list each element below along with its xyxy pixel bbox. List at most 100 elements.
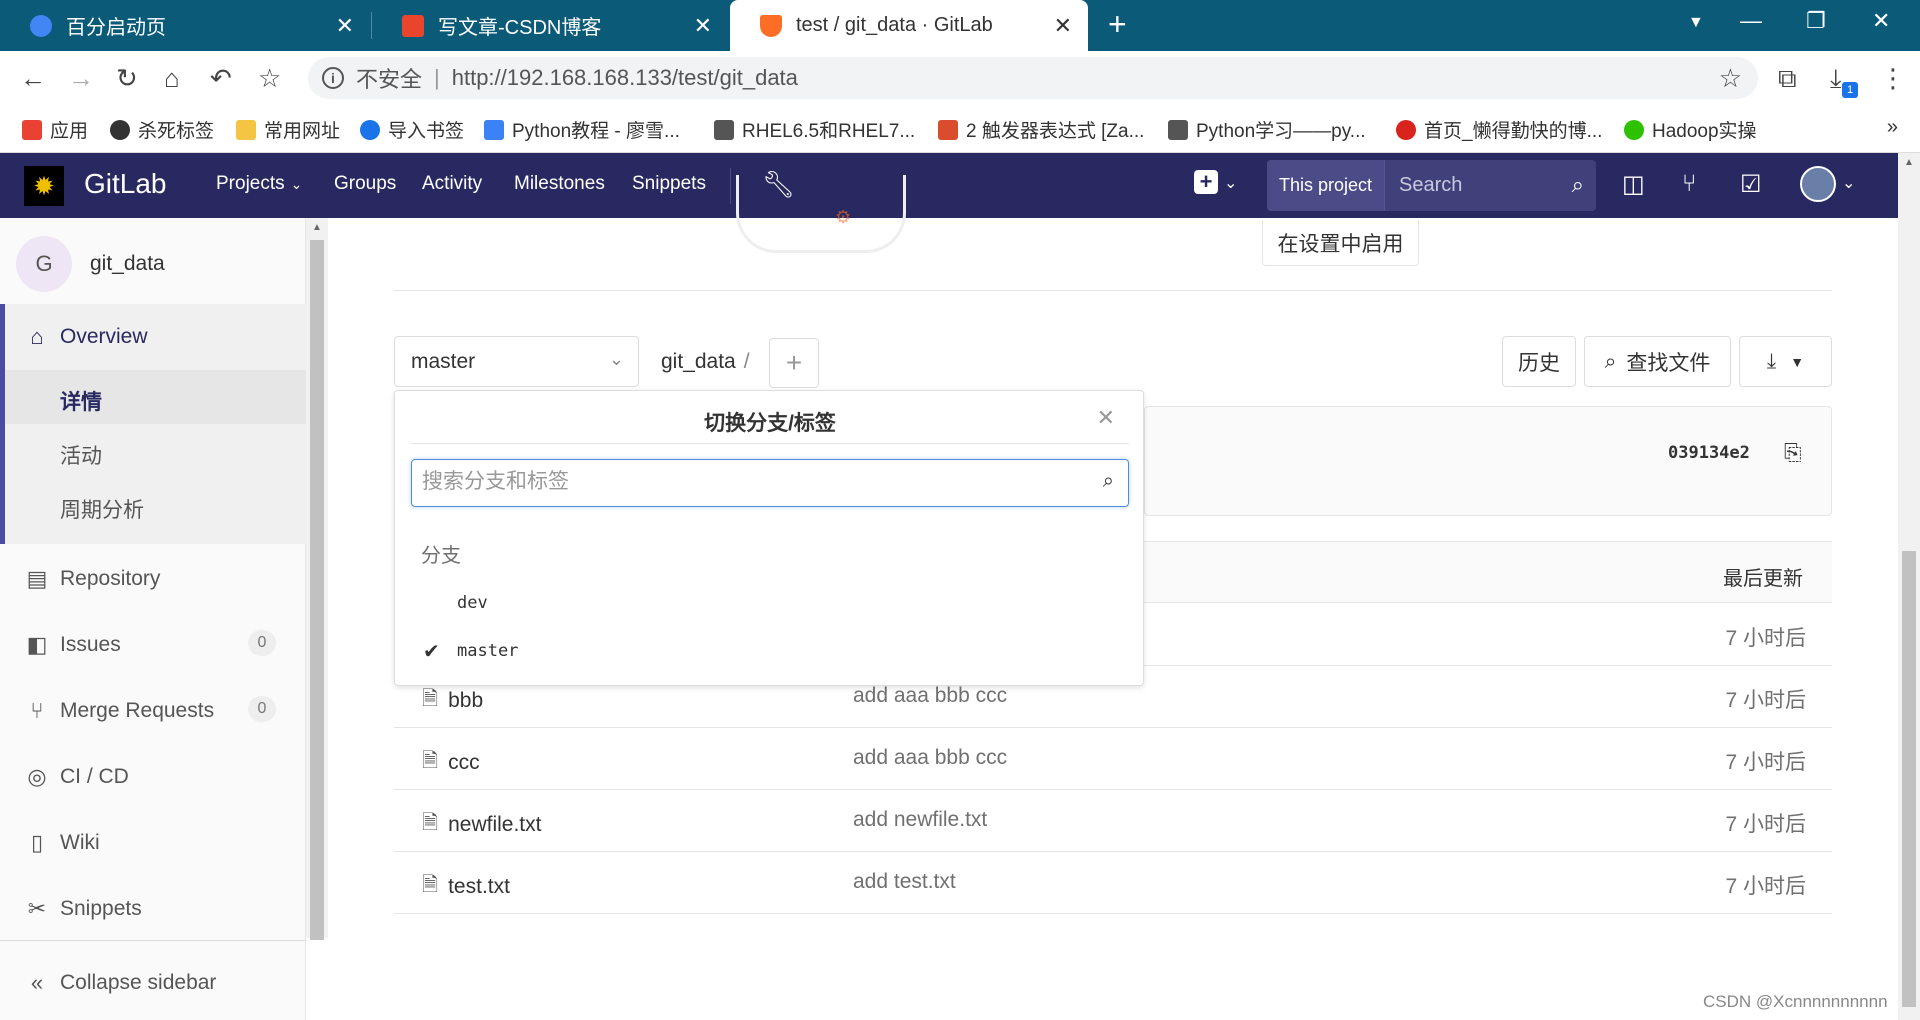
reload-icon[interactable]: ↻ [116,63,138,93]
gitlab-brand[interactable]: GitLab [84,168,167,200]
nav-milestones[interactable]: Milestones [514,173,605,195]
gitlab-logo-icon[interactable]: ✹ [24,166,64,206]
merge-request-icon[interactable]: ⑂ [1682,170,1696,198]
gitlab-favicon-icon [760,14,782,37]
page-scrollbar[interactable]: ▲ [1898,153,1920,1020]
bookmark-page-star-icon[interactable]: ☆ [1719,63,1742,94]
bookmark-hadoop[interactable]: Hadoop实操 [1624,116,1757,143]
browser-menu-icon[interactable]: ⋮ [1880,63,1906,94]
find-file-label: 查找文件 [1626,351,1711,375]
cast-icon[interactable]: ⧉ [1778,63,1797,95]
bookmark-python-tutorial[interactable]: Python教程 - 廖雪... [484,116,680,143]
tab-close-icon[interactable]: ✕ [1054,13,1072,39]
file-name[interactable]: 🗎︎ newfile.txt [422,808,541,842]
sidebar-sub-details[interactable]: 详情 [60,386,102,416]
close-icon[interactable]: ✕ [1097,405,1115,431]
history-button[interactable]: 历史 [1502,336,1576,387]
scroll-up-icon[interactable]: ▲ [312,222,322,233]
branch-option-master[interactable]: master [457,641,518,661]
nav-snippets[interactable]: Snippets [632,173,706,195]
bookmark-star-icon[interactable]: ☆ [258,63,281,93]
bookmark-kill-tabs[interactable]: 杀死标签 [110,116,214,143]
bookmark-rhel[interactable]: RHEL6.5和RHEL7... [714,116,915,143]
scrollbar-thumb[interactable] [310,240,324,940]
add-file-button[interactable]: + [769,338,819,388]
copy-clipboard-icon[interactable]: ⎘ [1784,440,1802,466]
new-item-plus-icon[interactable]: + [1194,170,1218,194]
commit-sha[interactable]: 039134e2 [1668,443,1750,463]
commit-message[interactable]: add test.txt [853,870,956,894]
forward-arrow-icon[interactable]: → [68,63,94,93]
restore-icon[interactable]: ❐ [1806,8,1826,34]
csdn-watermark: CSDN @Xcnnnnnnnnnn [1703,992,1888,1011]
sidebar-item-wiki[interactable]: ▯ Wiki [24,830,100,856]
search-scope-label[interactable]: This project [1267,160,1386,211]
tab-close-icon[interactable]: ✕ [336,13,354,39]
table-row[interactable]: 7 小时后 [1144,604,1832,666]
site-info-icon[interactable]: i [322,67,344,89]
undo-icon[interactable]: ↶ [210,63,232,93]
bookmarks-overflow-icon[interactable]: » [1887,116,1898,139]
bookmark-blog-home[interactable]: 首页_懒得勤快的博... [1396,116,1602,143]
nav-activity[interactable]: Activity [422,173,482,195]
chevron-down-icon[interactable]: ⌄ [1224,173,1237,193]
commit-message[interactable]: add aaa bbb ccc [853,684,1007,708]
find-file-button[interactable]: ⌕ 查找文件 [1584,336,1731,387]
sidebar-item-snippets[interactable]: ✂ Snippets [24,896,142,922]
sidebar-item-issues[interactable]: ◧ Issues [24,632,121,658]
table-row[interactable]: 🗎︎ test.txt add test.txt 7 小时后 [394,852,1832,914]
browser-tab-csdn[interactable]: 写文章-CSDN博客 ✕ [372,0,728,51]
scrollbar-thumb[interactable] [1902,551,1916,1007]
branch-search-input[interactable] [412,460,1052,504]
nav-projects[interactable]: Projects ⌄ [216,173,302,195]
file-name[interactable]: 🗎︎ bbb [422,684,483,718]
commit-message[interactable]: add newfile.txt [853,808,987,832]
table-row[interactable]: 🗎︎ ccc add aaa bbb ccc 7 小时后 [394,728,1832,790]
sidebar-item-repository[interactable]: ▤ Repository [24,566,161,592]
branch-option-dev[interactable]: dev [457,593,488,613]
browser-tab-start-page[interactable]: 百分启动页 ✕ [0,0,370,51]
url-text[interactable]: http://192.168.168.133/test/git_data [452,65,798,91]
collapse-sidebar-button[interactable]: « Collapse sidebar [24,970,217,996]
download-dropdown-button[interactable]: ⤓ ▼ [1739,336,1832,387]
bookmark-common-sites[interactable]: 常用网址 [236,116,340,143]
chevron-down-icon[interactable]: ⌄ [1842,173,1855,193]
sidebar-item-cicd[interactable]: ◎ CI / CD [24,764,128,790]
table-row[interactable]: 🗎︎ newfile.txt add newfile.txt 7 小时后 [394,790,1832,852]
sidebar-scrollbar[interactable]: ▲ [306,218,328,940]
bookmark-python-study[interactable]: Python学习——py... [1168,116,1366,143]
file-name[interactable]: 🗎︎ test.txt [422,870,510,904]
search-icon[interactable]: ⌕ [1572,172,1584,198]
sidebar-sub-cycle-analytics[interactable]: 周期分析 [60,494,144,524]
file-name[interactable]: 🗎︎ ccc [422,746,480,780]
sidebar-item-merge-requests[interactable]: ⑂ Merge Requests [24,698,214,724]
sidebar-item-overview[interactable]: ⌂ Overview [24,324,147,350]
bookmark-apps[interactable]: 应用 [22,116,88,143]
home-icon[interactable]: ⌂ [164,63,180,93]
bookmark-import[interactable]: 导入书签 [360,116,464,143]
new-tab-button[interactable]: + [1108,8,1127,40]
omnibox[interactable]: i 不安全 | http://192.168.168.133/test/git_… [308,57,1758,99]
minimize-icon[interactable]: — [1740,8,1762,34]
enable-in-settings-button[interactable]: 在设置中启用 [1262,220,1419,266]
scroll-up-icon[interactable]: ▲ [1904,157,1914,168]
back-arrow-icon[interactable]: ← [20,63,46,93]
branch-selector[interactable]: master ⌄ [394,336,639,387]
search-input[interactable] [1385,174,1556,197]
issues-icon: ◧ [26,632,48,657]
tab-search-chevron-icon[interactable]: ▼ [1688,14,1704,32]
sidebar-sub-activity[interactable]: 活动 [60,440,102,470]
sidebar-project-header[interactable]: G git_data [16,236,165,292]
window-close-icon[interactable]: ✕ [1872,8,1890,34]
download-icon[interactable]: ⤓ [1830,63,1842,95]
user-avatar[interactable] [1800,166,1836,202]
todo-sidebar-icon[interactable]: ◫ [1622,170,1645,199]
todo-check-icon[interactable]: ☑ [1740,170,1762,199]
tab-close-icon[interactable]: ✕ [694,13,712,39]
commit-message[interactable]: add aaa bbb ccc [853,746,1007,770]
browser-tab-gitlab[interactable]: test / git_data · GitLab ✕ [730,0,1088,51]
breadcrumb-project[interactable]: git_data [661,350,736,373]
rocket-icon [484,119,504,140]
nav-groups[interactable]: Groups [334,173,396,195]
bookmark-trigger[interactable]: 2 触发器表达式 [Za... [938,116,1144,143]
